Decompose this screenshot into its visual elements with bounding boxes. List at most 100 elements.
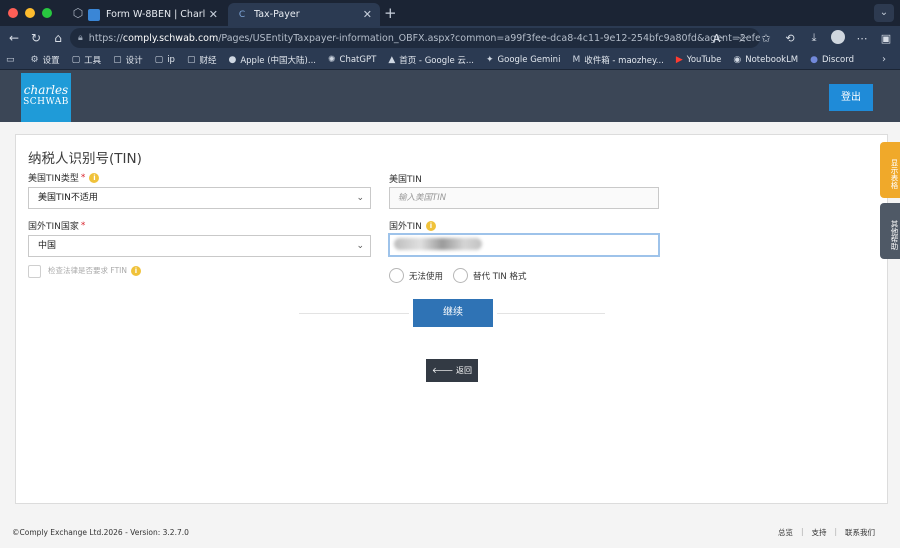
folder-icon: ▢ <box>154 54 164 65</box>
home-icon[interactable]: ⌂ <box>47 31 69 45</box>
footer-link-support[interactable]: 支持 <box>811 527 826 538</box>
tab-label: Tax-Payer <box>254 9 300 20</box>
google-drive-icon: ▲ <box>388 54 396 65</box>
side-tab-show-form[interactable]: 显示表格 <box>880 142 900 198</box>
lock-icon: 🔒︎ <box>78 33 83 43</box>
favorite-star-icon[interactable]: ☆ <box>732 32 752 45</box>
side-tab-other-help[interactable]: 其他帮助 <box>880 203 900 259</box>
bookmark-ip[interactable]: ▢ ip <box>155 55 175 65</box>
chatgpt-icon: ✺ <box>327 54 336 65</box>
bookmark-label: YouTube <box>686 54 722 65</box>
schwab-favicon-icon <box>88 8 100 21</box>
divider-right <box>497 313 605 314</box>
divider-left <box>299 313 409 314</box>
folder-icon: ▢ <box>186 54 196 65</box>
bookmark-youtube[interactable]: ▶ YouTube <box>676 55 722 65</box>
foreign-tin-input[interactable] <box>388 233 660 257</box>
bookmark-settings[interactable]: ⚙ 设置 <box>31 54 60 66</box>
tab-w8ben[interactable]: Form W-8BEN | Charles Schwab ✕ <box>80 3 226 26</box>
close-window-button[interactable] <box>8 8 18 18</box>
bookmark-label: ip <box>167 54 175 65</box>
radio-unavailable-label: 无法使用 <box>409 272 444 282</box>
continue-button[interactable]: 继续 <box>413 299 493 327</box>
folder-icon: ▢ <box>113 54 122 65</box>
us-tin-input[interactable]: 输入美国TIN <box>389 187 659 209</box>
back-arrow-icon[interactable]: ← <box>3 31 25 45</box>
bookmark-apple[interactable]: ● Apple (中国大陆)... <box>228 54 316 66</box>
tab-close-icon[interactable]: ✕ <box>363 8 372 21</box>
us-tin-label: 美国TIN <box>389 172 422 185</box>
bookmark-label: 设计 <box>125 55 143 66</box>
radio-unavailable[interactable] <box>389 268 404 283</box>
favorites-icon[interactable]: ✩ <box>756 32 776 45</box>
discord-icon: ● <box>810 54 819 65</box>
footer-link-overview[interactable]: 总览 <box>778 527 793 538</box>
url-path: /Pages/USEntityTaxpayer-information_OBFX… <box>218 32 760 44</box>
tab-tax-payer[interactable]: C Tax-Payer ✕ <box>228 3 380 26</box>
us-tin-type-select[interactable]: 美国TIN不适用 ⌄ <box>28 187 371 209</box>
bookmark-chatgpt[interactable]: ✺ ChatGPT <box>328 55 376 65</box>
label-text: 国外TIN <box>389 222 422 232</box>
bookmark-label: 工具 <box>84 55 102 66</box>
read-aloud-icon[interactable]: Aᐧ <box>708 32 728 45</box>
window-controls <box>8 8 52 18</box>
address-bar-row: ← ↻ ⌂ 🔒︎ https:// comply.schwab.com /Pag… <box>0 26 900 50</box>
info-icon[interactable]: i <box>130 265 141 276</box>
bookmark-google-cloud[interactable]: ▲ 首页 - Google 云... <box>388 54 474 66</box>
required-asterisk: * <box>80 220 86 231</box>
bookmarks-more-chevron-right-icon[interactable]: › <box>882 54 886 65</box>
selected-value: 中国 <box>38 241 57 251</box>
bookmark-notebooklm[interactable]: ◉ NotebookLM <box>733 55 798 65</box>
bookmark-label: 财经 <box>199 55 217 66</box>
maximize-window-button[interactable] <box>42 8 52 18</box>
footer-link-contact[interactable]: 联系我们 <box>845 527 875 538</box>
chevron-down-icon: ⌄ <box>356 193 364 203</box>
foreign-tin-label: 国外TIN i <box>389 219 436 232</box>
minimize-window-button[interactable] <box>25 8 35 18</box>
tab-label: Form W-8BEN | Charles Schwab <box>106 9 205 20</box>
info-icon[interactable]: i <box>425 220 436 231</box>
radio-alt-tin-format[interactable] <box>453 268 468 283</box>
tin-form-card: 纳税人识别号(TIN) 美国TIN类型 * i 美国TIN不适用 ⌄ 美国TIN… <box>15 134 888 504</box>
logo-text-line2: SCHWAB <box>23 97 69 107</box>
bookmark-label: Discord <box>822 54 854 65</box>
footer-separator: | <box>834 527 837 536</box>
bookmark-design[interactable]: ▢ 设计 <box>113 54 143 66</box>
profile-avatar[interactable] <box>828 29 848 47</box>
gear-icon: ⚙ <box>30 54 39 65</box>
bookmark-sidebar-icon[interactable]: ▭ <box>6 55 19 65</box>
bookmark-gemini[interactable]: ✦ Google Gemini <box>486 55 560 65</box>
tab-list-chevron-down-icon[interactable]: ⌄ <box>874 4 894 22</box>
bookmark-discord[interactable]: ● Discord <box>810 55 854 65</box>
tab-close-icon[interactable]: ✕ <box>209 8 218 21</box>
bookmark-finance[interactable]: ▢ 财经 <box>187 54 217 66</box>
required-asterisk: * <box>80 172 86 183</box>
arrow-left-icon: 🡐 <box>432 366 454 375</box>
more-options-icon[interactable]: ⋯ <box>852 32 872 45</box>
bookmarks-bar: ▭ ⚙ 设置 ▢ 工具 ▢ 设计 ▢ ip ▢ 财经 ● Apple (中国大陆)... ✺… <box>0 50 900 70</box>
folder-icon: ▢ <box>71 54 81 65</box>
browser-tab-bar: ⬡ Form W-8BEN | Charles Schwab ✕ C Tax-P… <box>0 0 900 26</box>
downloads-icon[interactable]: ⤓ <box>804 31 824 45</box>
back-button[interactable]: 🡐 返回 <box>426 359 478 382</box>
ftin-required-checkbox[interactable] <box>28 265 41 278</box>
copyright-text: ©Comply Exchange Ltd.2026 - Version: 3.2… <box>12 528 189 537</box>
foreign-tin-country-select[interactable]: 中国 ⌄ <box>28 235 371 257</box>
label-text: 国外TIN国家 <box>28 222 79 232</box>
url-input[interactable]: 🔒︎ https:// comply.schwab.com /Pages/USE… <box>70 28 760 48</box>
bookmark-label: NotebookLM <box>745 54 799 65</box>
history-icon[interactable]: ⟲ <box>780 32 800 45</box>
footer-links: 总览 | 支持 | 联系我们 <box>778 527 875 538</box>
page-title: 纳税人识别号(TIN) <box>28 151 142 167</box>
label-text: 美国TIN类型 <box>28 174 79 184</box>
gemini-icon: ✦ <box>486 54 494 65</box>
bookmark-gmail[interactable]: M 收件箱 - maozhey... <box>572 54 663 66</box>
info-icon[interactable]: i <box>89 172 100 183</box>
bookmark-tools[interactable]: ▢ 工具 <box>72 54 102 66</box>
new-tab-button[interactable]: + <box>384 4 397 22</box>
chevron-down-icon: ⌄ <box>356 241 364 251</box>
reload-icon[interactable]: ↻ <box>25 31 47 45</box>
bookmark-label: 收件箱 - maozhey... <box>584 55 664 66</box>
logout-button[interactable]: 登出 <box>829 84 873 111</box>
sidebar-toggle-icon[interactable]: ▣ <box>876 32 896 45</box>
